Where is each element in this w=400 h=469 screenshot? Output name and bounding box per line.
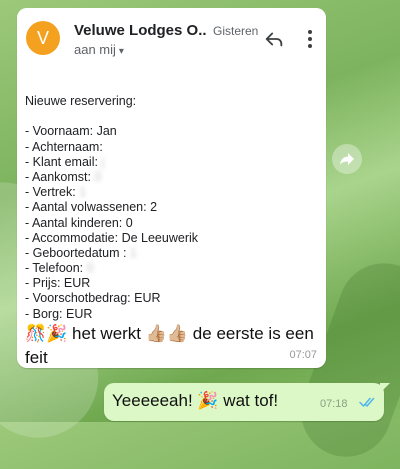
field-label: - Vertrek: <box>25 185 80 200</box>
redacted-value: 0 <box>94 169 102 184</box>
field-label: - Voorschotbedrag: <box>25 291 135 306</box>
reservation-field: - Telefoon: 0 <box>25 261 198 276</box>
reply-icon <box>265 32 283 47</box>
field-value: 2 <box>150 200 158 215</box>
reservation-field: - Borg: EUR <box>25 307 198 322</box>
message-time: 07:07 <box>289 349 317 361</box>
field-value: De Leeuwerik <box>121 230 199 245</box>
incoming-message-bubble[interactable]: V Veluwe Lodges O... Gisteren aan mij ▾ N… <box>17 8 326 368</box>
field-label: - Aantal kinderen: <box>25 215 126 230</box>
field-label: - Aantal volwassenen: <box>25 200 151 215</box>
field-label: - Klant email: <box>25 154 102 169</box>
email-date: Gisteren <box>213 24 259 38</box>
read-receipt-icon <box>359 397 375 407</box>
outgoing-message-bubble[interactable]: Yeeeeeah! 🎉 wat tof! 07:18 <box>104 383 384 421</box>
field-label: - Geboortedatum : <box>25 245 130 260</box>
reservation-field: - Geboortedatum : 1 <box>25 246 198 261</box>
forward-icon <box>340 153 354 165</box>
reservation-field: - Aantal volwassenen: 2 <box>25 200 198 215</box>
redacted-value: 1 <box>79 185 87 200</box>
outgoing-bubble-tail <box>380 383 390 393</box>
reservation-field: - Achternaam: <box>25 140 198 155</box>
email-body: Nieuwe reservering: - Voornaam: Jan - Ach… <box>25 94 198 322</box>
email-heading: Nieuwe reservering: <box>25 94 137 108</box>
sender-avatar: V <box>26 21 60 55</box>
field-label: - Voornaam: <box>25 124 97 139</box>
field-value: Jan <box>96 124 117 139</box>
reservation-field: - Prijs: EUR <box>25 276 198 291</box>
reservation-field: - Voorschotbedrag: EUR <box>25 291 198 306</box>
outgoing-message-time: 07:18 <box>320 398 348 410</box>
field-value: EUR <box>66 306 93 321</box>
field-label: - Telefoon: <box>25 261 87 276</box>
field-value: 0 <box>125 215 133 230</box>
field-label: - Accommodatie: <box>25 230 122 245</box>
reservation-field: - Accommodatie: De Leeuwerik <box>25 231 198 246</box>
message-text: 🎊🎉 het werkt 👍🏼👍🏼 de eerste is een feit <box>25 324 314 367</box>
chevron-down-icon: ▾ <box>118 46 124 57</box>
field-label: - Borg: <box>25 306 66 321</box>
reservation-field: - Voornaam: Jan <box>25 124 198 139</box>
reservation-field: - Vertrek: 1 <box>25 185 198 200</box>
field-value: EUR <box>134 291 161 306</box>
reservation-fields: - Voornaam: Jan - Achternaam: - Klant emai… <box>25 124 198 321</box>
recipient-label: aan mij ▾ <box>74 42 124 57</box>
field-label: - Aankomst: <box>25 169 95 184</box>
sender-name: Veluwe Lodges O... <box>74 22 206 39</box>
email-screenshot: V Veluwe Lodges O... Gisteren aan mij ▾ N… <box>17 8 326 321</box>
recipient-text: aan mij <box>74 42 116 57</box>
forward-button[interactable] <box>332 144 362 174</box>
redacted-value: 0 <box>86 261 94 276</box>
reservation-field: - Aantal kinderen: 0 <box>25 216 198 231</box>
reservation-field: - Aankomst: 0 <box>25 170 198 185</box>
field-label: - Prijs: <box>25 276 64 291</box>
reservation-field: - Klant email: j <box>25 155 198 170</box>
email-header: V Veluwe Lodges O... Gisteren aan mij ▾ <box>17 8 326 70</box>
field-value: EUR <box>63 276 91 291</box>
field-label: - Achternaam: <box>25 139 103 154</box>
redacted-value: 1 <box>129 245 137 260</box>
outgoing-message-text: Yeeeeeah! 🎉 wat tof! <box>112 391 279 410</box>
more-vertical-icon <box>308 30 312 48</box>
redacted-value: j <box>101 154 105 169</box>
